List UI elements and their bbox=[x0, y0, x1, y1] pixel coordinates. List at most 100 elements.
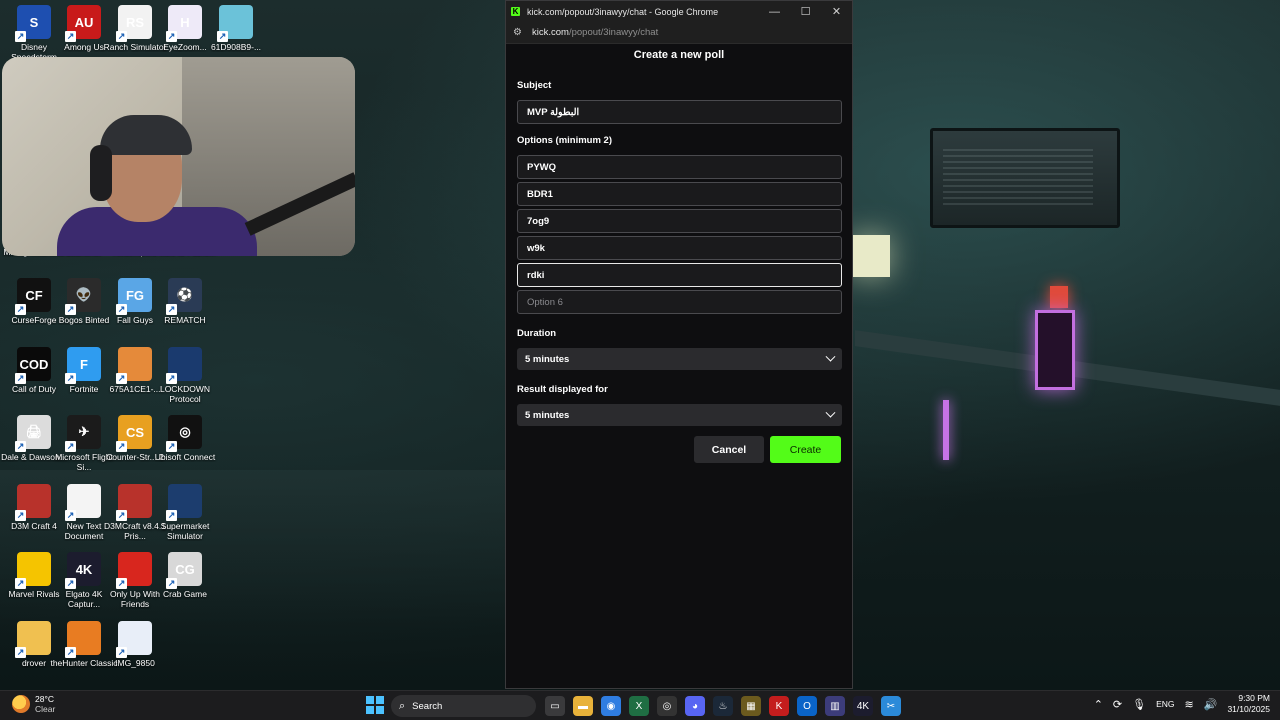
desktop-icon[interactable]: IMG_9850 bbox=[101, 621, 169, 668]
app-icon: 🖨 bbox=[15, 415, 51, 452]
app-icon bbox=[15, 621, 51, 658]
chevron-down-icon bbox=[825, 351, 836, 362]
taskbar-search[interactable]: ⌕ Search bbox=[391, 695, 536, 717]
app-icon: CG bbox=[166, 552, 202, 589]
app-icon bbox=[116, 552, 152, 589]
app-icon: ⚽ bbox=[166, 278, 202, 315]
file-explorer-icon[interactable]: ▬ bbox=[573, 696, 593, 716]
result-duration-value: 5 minutes bbox=[525, 409, 570, 421]
taskbar-apps: ▭ ▬ ◉ X ◎ ◕ ♨ ▦ K O ▥ 4K ✂ bbox=[545, 696, 901, 716]
search-icon: ⌕ bbox=[399, 699, 406, 712]
desktop-icon[interactable]: 61D908B9-... bbox=[202, 5, 270, 52]
option-1-input[interactable] bbox=[517, 155, 842, 179]
site-info-icon[interactable]: ⚙ bbox=[513, 27, 525, 38]
minimize-button[interactable]: — bbox=[759, 1, 790, 22]
volume-icon[interactable]: 🔊 bbox=[1204, 698, 1218, 711]
clock[interactable]: 9:30 PM 31/10/2025 bbox=[1227, 693, 1270, 715]
wifi-icon[interactable]: ≋ bbox=[1185, 698, 1194, 711]
task-view-icon[interactable]: ▭ bbox=[545, 696, 565, 716]
app-icon: FG bbox=[116, 278, 152, 315]
wallpaper-lamp bbox=[850, 235, 890, 277]
app-icon: 4K bbox=[65, 552, 101, 589]
duration-label: Duration bbox=[517, 328, 557, 339]
app-icon: ✈ bbox=[65, 415, 101, 452]
discord-icon[interactable]: ◕ bbox=[685, 696, 705, 716]
app-icon bbox=[116, 484, 152, 521]
chrome-popup-window: K kick.com/popout/3inawyy/chat - Google … bbox=[505, 0, 853, 689]
outlook-icon[interactable]: O bbox=[797, 696, 817, 716]
option-2-input[interactable] bbox=[517, 182, 842, 206]
app-icon bbox=[65, 484, 101, 521]
app-icon bbox=[65, 621, 101, 658]
create-poll-form: Create a new poll Subject Options (minim… bbox=[506, 49, 852, 463]
app-icon bbox=[116, 347, 152, 384]
desktop-icon[interactable]: CGCrab Game bbox=[151, 552, 219, 599]
excel-icon[interactable]: X bbox=[629, 696, 649, 716]
desktop-icon-label: 61D908B9-... bbox=[210, 42, 262, 52]
desktop-icon[interactable]: ⚽REMATCH bbox=[151, 278, 219, 325]
subject-input[interactable] bbox=[517, 100, 842, 124]
maximize-button[interactable]: ☐ bbox=[790, 1, 821, 22]
app-icon: CF bbox=[15, 278, 51, 315]
app-icon-2[interactable]: ▥ bbox=[825, 696, 845, 716]
snipping-tool-icon[interactable]: ✂ bbox=[881, 696, 901, 716]
date: 31/10/2025 bbox=[1227, 704, 1270, 714]
steam-icon[interactable]: ♨ bbox=[713, 696, 733, 716]
cancel-button[interactable]: Cancel bbox=[694, 436, 764, 463]
wallpaper-led-strip bbox=[943, 400, 949, 460]
search-label: Search bbox=[412, 700, 443, 712]
app-icon: AU bbox=[65, 5, 101, 42]
desktop-icon-label: LOCKDOWN Protocol bbox=[159, 384, 211, 404]
subject-label: Subject bbox=[517, 80, 552, 91]
desktop-icon-label: IMG_9850 bbox=[115, 658, 155, 668]
poll-title: Create a new poll bbox=[633, 49, 725, 61]
wallpaper-pc bbox=[1035, 310, 1075, 390]
webcam-overlay bbox=[2, 57, 355, 256]
close-window-button[interactable]: ✕ bbox=[821, 1, 852, 22]
game-app-icon[interactable]: ▦ bbox=[741, 696, 761, 716]
app-icon: CS bbox=[116, 415, 152, 452]
temperature: 28°C bbox=[35, 694, 54, 704]
elgato-icon[interactable]: 4K bbox=[853, 696, 873, 716]
start-button[interactable] bbox=[366, 696, 384, 714]
app-icon bbox=[15, 484, 51, 521]
sync-icon[interactable]: ⟳ bbox=[1113, 698, 1122, 711]
duration-select[interactable]: 5 minutes bbox=[517, 348, 842, 370]
app-icon bbox=[217, 5, 253, 42]
result-duration-select[interactable]: 5 minutes bbox=[517, 404, 842, 426]
app-icon: COD bbox=[15, 347, 51, 384]
option-6-input[interactable] bbox=[517, 290, 842, 314]
system-tray: ⌃ ⟳ 🎙 ENG ≋ 🔊 9:30 PM 31/10/2025 bbox=[1094, 693, 1270, 715]
wallpaper-monitor bbox=[930, 128, 1120, 228]
chevron-up-icon[interactable]: ⌃ bbox=[1094, 698, 1103, 711]
time: 9:30 PM bbox=[1238, 693, 1270, 703]
url-text[interactable]: kick.com/popout/3inawyy/chat bbox=[532, 27, 658, 38]
weather-condition: Clear bbox=[35, 704, 56, 714]
desktop-icon[interactable]: Supermarket Simulator bbox=[151, 484, 219, 541]
weather-icon bbox=[12, 695, 30, 713]
desktop-icon-label: Ubisoft Connect bbox=[154, 452, 216, 462]
obs-icon[interactable]: ◎ bbox=[657, 696, 677, 716]
option-4-input[interactable] bbox=[517, 236, 842, 260]
window-titlebar[interactable]: K kick.com/popout/3inawyy/chat - Google … bbox=[506, 1, 852, 22]
app-icon: RS bbox=[116, 5, 152, 42]
chrome-icon[interactable]: ◉ bbox=[601, 696, 621, 716]
app-icon bbox=[166, 484, 202, 521]
chevron-down-icon bbox=[825, 407, 836, 418]
create-poll-button[interactable]: Create bbox=[770, 436, 841, 463]
desktop-icon[interactable]: ◎Ubisoft Connect bbox=[151, 415, 219, 462]
app-icon: S bbox=[15, 5, 51, 42]
language-indicator[interactable]: ENG bbox=[1156, 699, 1174, 709]
app-icon: ◎ bbox=[166, 415, 202, 452]
app-icon[interactable]: K bbox=[769, 696, 789, 716]
address-bar[interactable]: ⚙ kick.com/popout/3inawyy/chat bbox=[506, 22, 852, 44]
result-duration-label: Result displayed for bbox=[517, 384, 608, 395]
weather-widget[interactable]: 28°C Clear bbox=[12, 694, 55, 714]
desktop-icon[interactable]: LOCKDOWN Protocol bbox=[151, 347, 219, 404]
microphone-icon[interactable]: 🎙 bbox=[1132, 698, 1146, 711]
desktop-icon-label: Supermarket Simulator bbox=[160, 521, 210, 541]
option-5-input[interactable] bbox=[517, 263, 842, 287]
option-3-input[interactable] bbox=[517, 209, 842, 233]
app-icon bbox=[166, 347, 202, 384]
desktop-icon-label: REMATCH bbox=[164, 315, 206, 325]
